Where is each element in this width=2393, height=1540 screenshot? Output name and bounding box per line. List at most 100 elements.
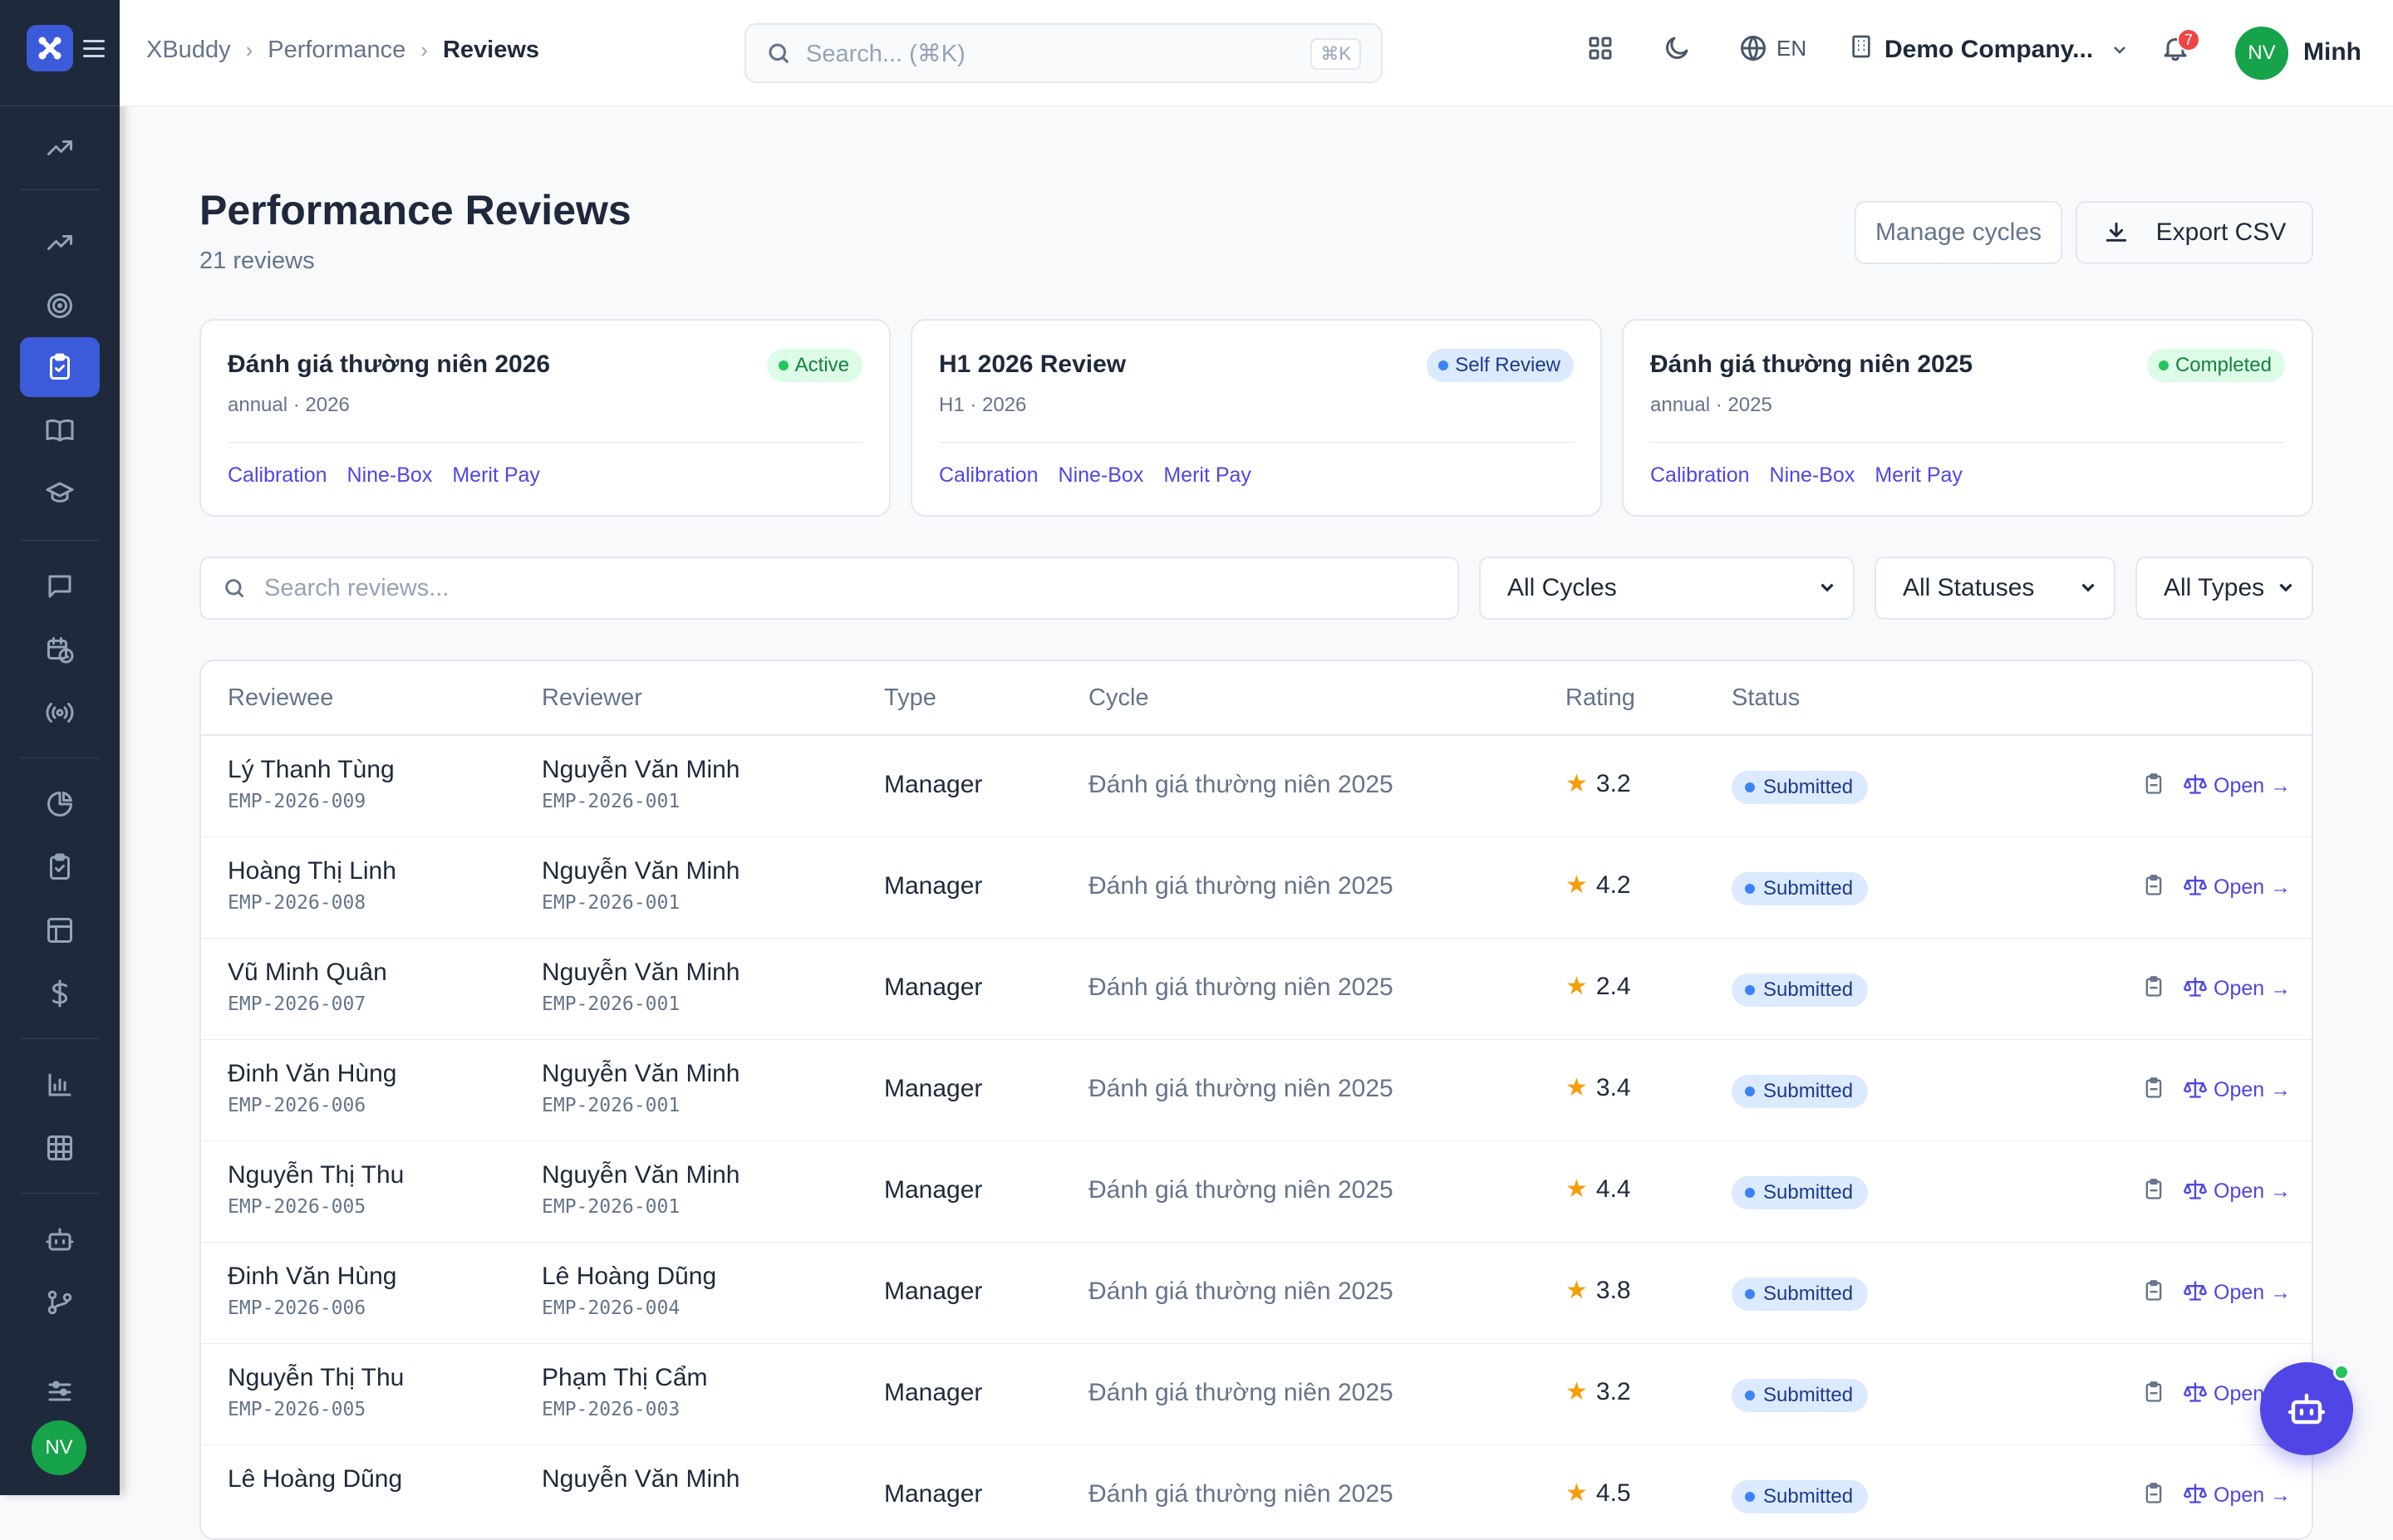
status-badge: Submitted: [1732, 1480, 1869, 1513]
column-header-status[interactable]: Status: [1732, 684, 1800, 712]
clipboard-icon[interactable]: [2142, 874, 2165, 901]
clipboard-icon[interactable]: [20, 837, 100, 897]
trend-icon[interactable]: [20, 118, 100, 178]
book-icon[interactable]: [20, 400, 100, 460]
clipboard-icon[interactable]: [2142, 975, 2165, 1003]
scale-icon[interactable]: [2184, 1077, 2207, 1104]
apps-grid-icon[interactable]: [1585, 33, 1615, 67]
scale-icon[interactable]: [2184, 1482, 2207, 1509]
dollar-icon[interactable]: [20, 964, 100, 1023]
bar-chart-icon[interactable]: [20, 1055, 100, 1115]
clipboard-icon[interactable]: [2142, 1178, 2165, 1205]
reviewee-name[interactable]: Đinh Văn Hùng: [228, 1263, 396, 1291]
grid-icon[interactable]: [20, 1118, 100, 1178]
table-row[interactable]: Nguyễn Thị Thu EMP-2026-005 Nguyễn Văn Min…: [201, 1141, 2312, 1243]
layout-icon[interactable]: [20, 900, 100, 960]
type-filter-select[interactable]: All Types: [2135, 557, 2313, 620]
merit-pay-link[interactable]: Merit Pay: [452, 463, 540, 488]
app-logo[interactable]: [27, 25, 73, 71]
clipboard-icon[interactable]: [2142, 1077, 2165, 1104]
open-review-link[interactable]: Open →: [2214, 1484, 2291, 1508]
language-switcher[interactable]: EN: [1738, 33, 1806, 63]
git-branch-icon[interactable]: [20, 1273, 100, 1332]
scale-icon[interactable]: [2184, 1178, 2207, 1205]
merit-pay-link[interactable]: Merit Pay: [1163, 463, 1251, 488]
notifications-button[interactable]: 7: [2160, 28, 2200, 67]
column-header-cycle[interactable]: Cycle: [1088, 684, 1149, 712]
reviewer-name[interactable]: Phạm Thị Cẩm: [542, 1364, 708, 1392]
export-csv-button[interactable]: Export CSV: [2076, 201, 2313, 264]
column-header-rating[interactable]: Rating: [1565, 684, 1635, 712]
moon-icon[interactable]: [1662, 33, 1692, 67]
reviewee-name[interactable]: Nguyễn Thị Thu: [228, 1161, 404, 1189]
graduation-cap-icon[interactable]: [20, 463, 100, 523]
global-search-input[interactable]: Search... (⌘K) ⌘K: [744, 23, 1383, 83]
calendar-clock-icon[interactable]: [20, 620, 100, 679]
reviewer-name[interactable]: Nguyễn Văn Minh: [542, 857, 740, 885]
calibration-link[interactable]: Calibration: [228, 463, 327, 488]
sliders-icon[interactable]: [20, 1362, 100, 1422]
company-switcher[interactable]: Demo Company...: [1848, 33, 2130, 66]
table-row[interactable]: Nguyễn Thị Thu EMP-2026-005 Phạm Thị Cẩm EM…: [201, 1344, 2312, 1445]
nine-box-link[interactable]: Nine-Box: [347, 463, 433, 488]
target-icon[interactable]: [20, 276, 100, 336]
breadcrumb-item-performance[interactable]: Performance: [268, 37, 405, 64]
cycle-filter-select[interactable]: All Cycles: [1479, 557, 1855, 620]
clipboard-check-icon[interactable]: [20, 337, 100, 397]
reviewee-name[interactable]: Lê Hoàng Dũng: [228, 1465, 402, 1493]
reviewer-name[interactable]: Nguyễn Văn Minh: [542, 1465, 740, 1493]
reviewee-name[interactable]: Nguyễn Thị Thu: [228, 1364, 404, 1392]
reviewee-name[interactable]: Lý Thanh Tùng: [228, 756, 395, 784]
merit-pay-link[interactable]: Merit Pay: [1875, 463, 1963, 488]
menu-toggle-icon[interactable]: [83, 40, 105, 62]
reviewer-name[interactable]: Nguyễn Văn Minh: [542, 1060, 740, 1088]
broadcast-icon[interactable]: [20, 683, 100, 743]
open-review-link[interactable]: Open →: [2214, 1180, 2291, 1204]
nine-box-link[interactable]: Nine-Box: [1770, 463, 1855, 488]
scale-icon[interactable]: [2184, 874, 2207, 901]
reviews-search-input[interactable]: Search reviews...: [199, 557, 1459, 620]
sidebar-avatar[interactable]: NV: [32, 1420, 86, 1475]
manage-cycles-button[interactable]: Manage cycles: [1855, 201, 2062, 264]
breadcrumb-item-xbuddy[interactable]: XBuddy: [146, 37, 231, 64]
open-review-link[interactable]: Open →: [2214, 875, 2291, 900]
open-review-link[interactable]: Open →: [2214, 977, 2291, 1001]
reviewee-name[interactable]: Hoàng Thị Linh: [228, 857, 396, 885]
reviewer-name[interactable]: Nguyễn Văn Minh: [542, 756, 740, 784]
clipboard-icon[interactable]: [2142, 1482, 2165, 1509]
reviewee-name[interactable]: Đinh Văn Hùng: [228, 1060, 396, 1088]
scale-icon[interactable]: [2184, 975, 2207, 1003]
table-row[interactable]: Đinh Văn Hùng EMP-2026-006 Lê Hoàng Dũng EM…: [201, 1243, 2312, 1344]
open-review-link[interactable]: Open →: [2214, 1281, 2291, 1305]
reviewee-name[interactable]: Vũ Minh Quân: [228, 959, 387, 987]
clipboard-icon[interactable]: [2142, 772, 2165, 800]
pie-chart-icon[interactable]: [20, 774, 100, 834]
table-row[interactable]: Lý Thanh Tùng EMP-2026-009 Nguyễn Văn Minh…: [201, 736, 2312, 837]
clipboard-icon[interactable]: [2142, 1381, 2165, 1408]
table-row[interactable]: Lê Hoàng Dũng Nguyễn Văn Minh Manager Đánh …: [201, 1445, 2312, 1538]
calibration-link[interactable]: Calibration: [939, 463, 1039, 488]
reviewer-name[interactable]: Nguyễn Văn Minh: [542, 1161, 740, 1189]
message-icon[interactable]: [20, 557, 100, 616]
open-review-link[interactable]: Open →: [2214, 774, 2291, 798]
table-row[interactable]: Đinh Văn Hùng EMP-2026-006 Nguyễn Văn Minh…: [201, 1040, 2312, 1141]
user-avatar[interactable]: NV: [2235, 27, 2288, 80]
table-row[interactable]: Vũ Minh Quân EMP-2026-007 Nguyễn Văn Minh E…: [201, 939, 2312, 1040]
open-review-link[interactable]: Open →: [2214, 1078, 2291, 1102]
scale-icon[interactable]: [2184, 1279, 2207, 1307]
reviewer-name[interactable]: Nguyễn Văn Minh: [542, 959, 740, 987]
column-header-reviewer[interactable]: Reviewer: [542, 684, 642, 712]
column-header-reviewee[interactable]: Reviewee: [228, 684, 333, 712]
column-header-type[interactable]: Type: [884, 684, 936, 712]
trend-icon[interactable]: [20, 213, 100, 272]
scale-icon[interactable]: [2184, 1381, 2207, 1408]
table-row[interactable]: Hoàng Thị Linh EMP-2026-008 Nguyễn Văn Min…: [201, 837, 2312, 939]
status-filter-select[interactable]: All Statuses: [1875, 557, 2115, 620]
nine-box-link[interactable]: Nine-Box: [1059, 463, 1144, 488]
reviewer-name[interactable]: Lê Hoàng Dũng: [542, 1263, 716, 1291]
user-name[interactable]: Minh: [2303, 38, 2361, 66]
calibration-link[interactable]: Calibration: [1650, 463, 1750, 488]
clipboard-icon[interactable]: [2142, 1279, 2165, 1307]
scale-icon[interactable]: [2184, 772, 2207, 800]
bot-icon[interactable]: [20, 1209, 100, 1269]
